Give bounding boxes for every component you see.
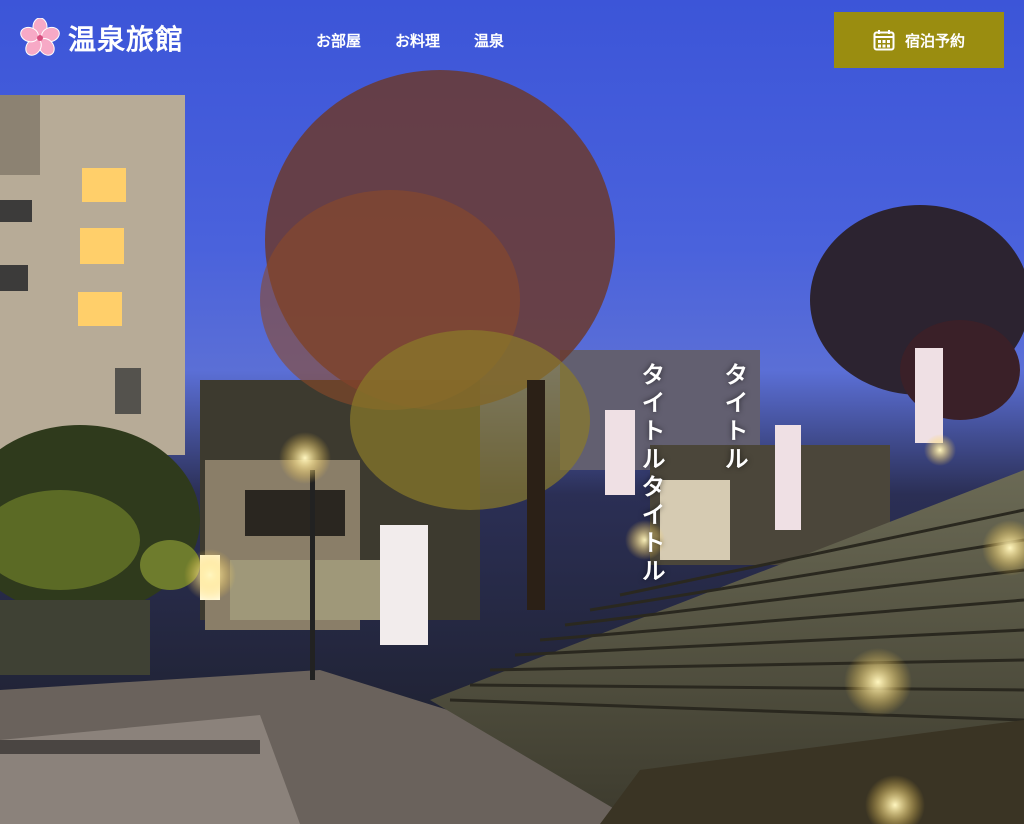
reserve-button[interactable]: 宿泊予約 [834,12,1004,68]
hero-scene [0,70,1024,824]
reserve-button-label: 宿泊予約 [904,31,965,50]
nav-item-onsen[interactable]: 温泉 [474,30,504,51]
calendar-icon [873,30,895,51]
nav-item-rooms[interactable]: お部屋 [316,30,361,51]
main-nav: お部屋 お料理 温泉 [316,30,504,51]
site-title: 温泉旅館 [68,23,185,56]
site-logo[interactable]: 温泉旅館 [20,18,184,58]
sakura-flower-icon [20,18,60,56]
nav-item-cuisine[interactable]: お料理 [395,30,440,51]
hero-title-right: タイトル [720,362,749,474]
hero-image: タイトル タイトルタイトル [0,0,1024,824]
hero-title-left: タイトルタイトル [637,362,666,586]
